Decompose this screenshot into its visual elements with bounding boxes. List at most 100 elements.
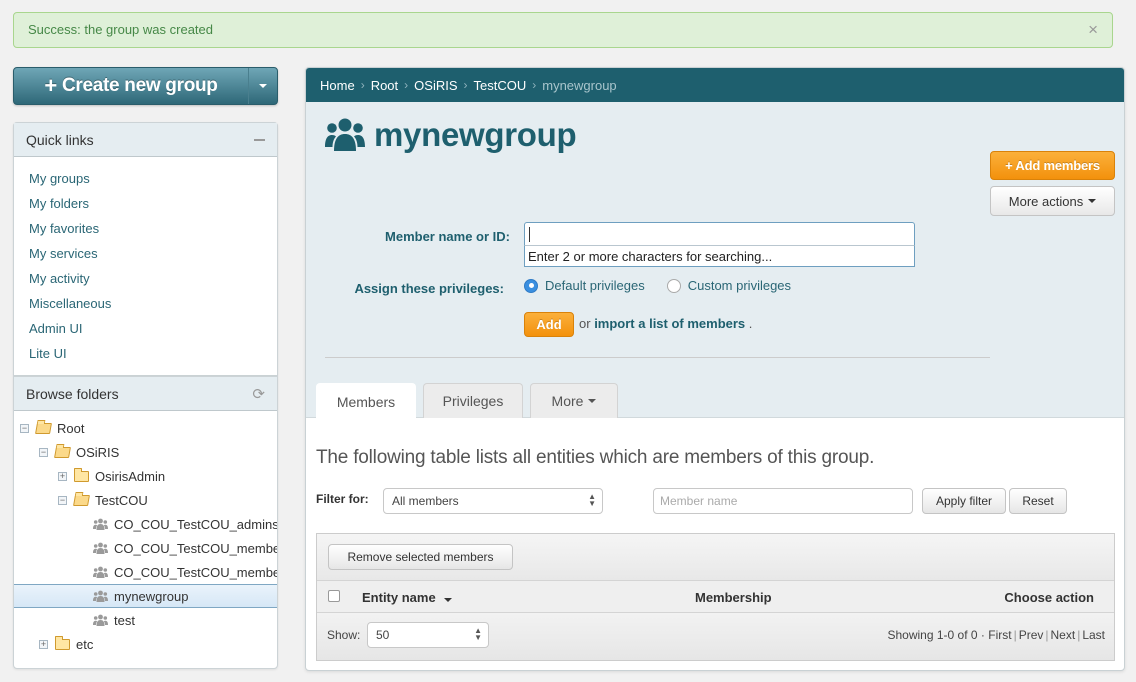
members-lead-text: The following table lists all entities w… (316, 447, 875, 468)
privileges-radio-group: Default privileges Custom privileges (524, 278, 813, 293)
caret-down-icon (1088, 199, 1097, 203)
divider (325, 357, 990, 358)
tree-item-label: etc (76, 636, 94, 652)
tree-item-label: CO_COU_TestCOU_admins (114, 516, 278, 532)
member-name-input[interactable] (524, 222, 915, 246)
tree-item[interactable]: + etc (14, 632, 277, 656)
quick-links-panel: Quick links My groups My folders My favo… (13, 122, 278, 376)
member-name-filter-input[interactable]: Member name (653, 488, 913, 514)
tree-item-label: OSiRIS (76, 444, 120, 460)
breadcrumb-home[interactable]: Home (320, 78, 355, 93)
folder-tree: − Root − OSiRIS + OsirisAdmin − TestCOU CO_COU_T… (14, 411, 277, 656)
filter-for-label: Filter for: (316, 492, 369, 506)
column-entity-name-label: Entity name (362, 590, 436, 605)
create-new-group-button[interactable]: + Create new group (14, 68, 248, 104)
quick-links-list: My groups My folders My favorites My ser… (14, 157, 277, 366)
quick-links-header: Quick links (14, 123, 277, 157)
quick-link-admin-ui[interactable]: Admin UI (29, 321, 82, 336)
breadcrumb-osiris[interactable]: OSiRIS (414, 78, 457, 93)
custom-privileges-label[interactable]: Custom privileges (688, 278, 791, 293)
browse-folders-title: Browse folders (26, 385, 119, 402)
or-text: or (579, 316, 591, 331)
group-icon (93, 614, 108, 626)
import-list-link[interactable]: import a list of members (594, 316, 745, 331)
column-membership: Membership (695, 590, 772, 605)
browse-folders-header: Browse folders ⟳ (14, 377, 277, 411)
column-choose-action: Choose action (1004, 590, 1094, 605)
quick-link-lite-ui[interactable]: Lite UI (29, 346, 67, 361)
dot-separator: · (980, 628, 985, 642)
alert-message: Success: the group was created (28, 22, 213, 37)
column-entity-name[interactable]: Entity name (362, 590, 453, 605)
breadcrumb-testcou[interactable]: TestCOU (474, 78, 527, 93)
create-dropdown-toggle[interactable] (248, 68, 277, 104)
collapse-icon[interactable]: − (20, 423, 29, 433)
tree-item-label: CO_COU_TestCOU_members (114, 540, 278, 556)
folder-icon (55, 635, 70, 650)
tree-item[interactable]: − Root (14, 416, 277, 440)
table-footer: Show: 50 ▲ ▼ Showing 1-0 of 0 · First | Pre… (317, 613, 1114, 660)
page-size-select[interactable]: 50 ▲ ▼ (367, 622, 489, 648)
breadcrumb-separator: › (360, 78, 365, 92)
add-members-button[interactable]: + Add members (990, 151, 1115, 180)
group-icon (93, 542, 108, 554)
tab-members[interactable]: Members (316, 383, 416, 419)
quick-link-my-groups[interactable]: My groups (29, 171, 90, 186)
pager-last[interactable]: Last (1082, 628, 1105, 642)
tab-privileges[interactable]: Privileges (423, 383, 523, 418)
tree-item-label: mynewgroup (114, 588, 189, 604)
remove-selected-members-button[interactable]: Remove selected members (328, 544, 513, 570)
quick-link-my-services[interactable]: My services (29, 246, 98, 261)
tree-item[interactable]: CO_COU_TestCOU_admins (14, 512, 277, 536)
tree-item[interactable]: − OSiRIS (14, 440, 277, 464)
breadcrumb-root[interactable]: Root (371, 78, 398, 93)
caret-down-icon (588, 399, 597, 403)
collapse-icon[interactable]: − (39, 447, 48, 457)
quick-link-miscellaneous[interactable]: Miscellaneous (29, 296, 111, 311)
group-title-wrap: mynewgroup (325, 116, 577, 154)
expand-icon[interactable]: + (58, 471, 67, 481)
more-actions-button[interactable]: More actions (990, 186, 1115, 216)
add-button[interactable]: Add (524, 312, 574, 337)
member-name-label: Member name or ID: (385, 229, 510, 244)
tree-item-label: TestCOU (95, 492, 148, 508)
create-new-group-label: Create new group (61, 75, 218, 96)
filter-select[interactable]: All members ▲ ▼ (383, 488, 603, 514)
group-tabs: Members Privileges More (316, 383, 625, 419)
quick-link-my-activity[interactable]: My activity (29, 271, 90, 286)
collapse-icon[interactable]: − (58, 495, 67, 505)
filter-select-value: All members (392, 494, 459, 508)
tree-item[interactable]: test (14, 608, 277, 632)
pager-first[interactable]: First (988, 628, 1011, 642)
pager-prev[interactable]: Prev (1019, 628, 1044, 642)
folder-open-icon (54, 446, 71, 458)
breadcrumb-separator: › (404, 78, 409, 92)
tab-more[interactable]: More (530, 383, 618, 418)
tree-item[interactable]: CO_COU_TestCOU_members (14, 536, 277, 560)
tree-item[interactable]: − TestCOU (14, 488, 277, 512)
pager-next[interactable]: Next (1051, 628, 1076, 642)
select-all-checkbox[interactable] (328, 590, 340, 602)
close-icon[interactable]: × (1088, 21, 1098, 39)
tree-item-label: OsirisAdmin (95, 468, 166, 484)
reset-button[interactable]: Reset (1009, 488, 1067, 514)
default-privileges-label[interactable]: Default privileges (545, 278, 645, 293)
quick-link-my-favorites[interactable]: My favorites (29, 221, 99, 236)
refresh-icon[interactable]: ⟳ (252, 385, 265, 403)
group-icon (93, 518, 108, 530)
import-line: or import a list of members . (579, 316, 752, 331)
custom-privileges-radio[interactable] (666, 278, 681, 293)
group-icon (93, 590, 108, 602)
default-privileges-radio[interactable] (524, 278, 538, 293)
expand-icon[interactable]: + (39, 639, 48, 649)
create-new-group-split-button: + Create new group (13, 67, 278, 105)
collapse-icon[interactable] (254, 138, 265, 141)
breadcrumb-separator: › (532, 78, 537, 92)
quick-link-my-folders[interactable]: My folders (29, 196, 89, 211)
tree-item-label: Root (57, 420, 85, 436)
apply-filter-button[interactable]: Apply filter (922, 488, 1006, 514)
tree-item[interactable]: + OsirisAdmin (14, 464, 277, 488)
showing-text: Showing 1-0 of 0 (887, 628, 978, 642)
tree-item[interactable]: mynewgroup (14, 584, 277, 608)
tree-item[interactable]: CO_COU_TestCOU_members (14, 560, 277, 584)
